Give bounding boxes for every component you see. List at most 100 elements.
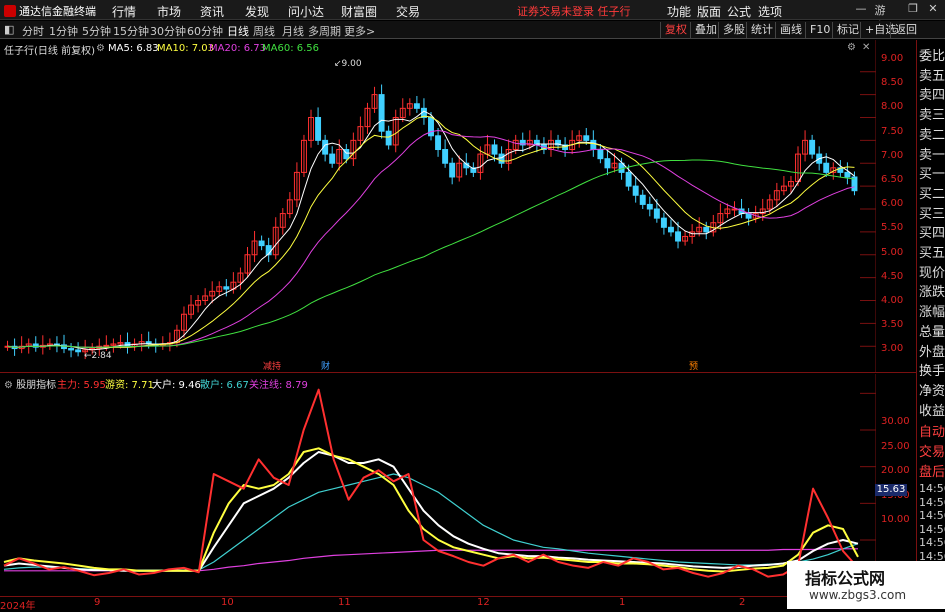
menu-item-1[interactable]: 市场 [157, 3, 181, 20]
main-y-tick: 5.00 [881, 246, 904, 258]
side-panel-item[interactable]: 卖二 [919, 124, 945, 143]
indicator-legend-4: 关注线: 8.79 [249, 380, 308, 391]
candle-body [632, 185, 639, 196]
period-tab-7[interactable]: 周线 [253, 23, 275, 39]
side-panel-item[interactable]: 总量 [919, 321, 945, 340]
period-tab-6[interactable]: 日线 [227, 23, 249, 39]
side-panel-item[interactable]: 14:56 [919, 496, 945, 509]
close-icon[interactable]: ✕ [925, 2, 941, 17]
side-panel-item[interactable]: 净资 [919, 380, 945, 399]
side-panel-item[interactable]: 买三 [919, 203, 945, 222]
candle-body [413, 103, 420, 109]
candle-body [660, 217, 667, 228]
side-panel-item[interactable]: 卖一 [919, 144, 945, 163]
toggle-panel-icon[interactable]: ◧ [4, 23, 14, 36]
period-tab-4[interactable]: 30分钟 [150, 23, 186, 39]
side-panel-item[interactable]: 盘后 [919, 461, 945, 480]
minimize-icon[interactable]: — [853, 2, 869, 17]
chart-close-icon[interactable]: ✕ [862, 42, 870, 53]
period-tab-8[interactable]: 月线 [282, 23, 304, 39]
right-menu-item-1[interactable]: 版面 [697, 3, 721, 20]
side-panel-item[interactable]: 委比 [919, 45, 945, 64]
quote-side-panel[interactable]: 委比 卖五 卖四 卖三 卖二 卖一 买一 买二 买三 买四 买五 现价 涨跌 涨幅 总量 外盘 换手 净资 收益自动… [916, 40, 945, 609]
toolbar-button-6[interactable]: 标记 [832, 22, 863, 38]
side-panel-item[interactable]: 14:56 [919, 523, 945, 536]
side-panel-item[interactable]: 卖三 [919, 104, 945, 123]
toolbar-button-0[interactable]: 复权 [660, 22, 691, 38]
side-panel-item[interactable]: 收益 [919, 400, 945, 419]
candle-body [731, 208, 738, 211]
restore-icon[interactable]: ❐ [905, 2, 921, 17]
side-panel-item[interactable]: 买五 [919, 242, 945, 261]
toolbar-button-1[interactable]: 叠加 [690, 22, 721, 38]
event-marker-finance[interactable]: 财 [320, 359, 331, 372]
right-menu-item-0[interactable]: 功能 [667, 3, 691, 20]
side-panel-item[interactable]: 涨幅 [919, 301, 945, 320]
indicator-chart[interactable] [0, 374, 876, 596]
event-marker-reduce[interactable]: 减持 [262, 359, 282, 372]
settings-icon[interactable]: ⚙ [96, 43, 105, 54]
period-tab-9[interactable]: 多周期 [308, 23, 341, 39]
menu-item-6[interactable]: 交易 [396, 3, 420, 20]
candle-body [703, 226, 710, 233]
pane-divider[interactable] [0, 372, 916, 373]
event-marker-forecast[interactable]: 预 [688, 359, 699, 372]
candlestick-chart[interactable] [0, 40, 876, 372]
chart-gear-icon[interactable]: ⚙ [847, 42, 856, 53]
indicator-legend-2: 大户: 9.46 [152, 380, 201, 391]
toolbar-button-4[interactable]: 画线 [775, 22, 806, 38]
candle-body [844, 171, 851, 178]
date-tick: 11 [338, 597, 351, 608]
menu-item-3[interactable]: 发现 [245, 3, 269, 20]
login-notice[interactable]: 证券交易未登录 任子行 [517, 3, 631, 19]
period-tab-5[interactable]: 60分钟 [187, 23, 223, 39]
menu-item-2[interactable]: 资讯 [200, 3, 224, 20]
indicator-legend-1: 游资: 7.71 [105, 380, 154, 391]
period-tab-2[interactable]: 5分钟 [82, 23, 111, 39]
period-tab-0[interactable]: 分时 [22, 23, 44, 39]
side-panel-item[interactable]: 买四 [919, 222, 945, 241]
side-panel-item[interactable]: 买一 [919, 163, 945, 182]
right-menu-item-2[interactable]: 公式 [727, 3, 751, 20]
toolbar-button-2[interactable]: 多股 [718, 22, 749, 38]
watermark: 指标公式网 www.zbgs3.com [787, 561, 945, 609]
main-y-tick: 4.50 [881, 270, 904, 282]
side-panel-item[interactable]: 现价 [919, 262, 945, 281]
period-tab-10[interactable]: 更多> [344, 23, 375, 39]
right-menu-item-3[interactable]: 选项 [758, 3, 782, 20]
side-panel-item[interactable]: 自动 [919, 421, 945, 440]
candle-body [625, 171, 632, 187]
toolbar-button-5[interactable]: F10 [805, 22, 834, 38]
period-tab-3[interactable]: 15分钟 [113, 23, 149, 39]
candle-body [491, 144, 498, 155]
menu-item-5[interactable]: 财富圈 [341, 3, 377, 20]
ma10-line [7, 115, 855, 349]
ma-legend-0: MA5: 6.83 [108, 43, 159, 54]
side-panel-item[interactable]: 外盘 [919, 341, 945, 360]
side-panel-item[interactable]: 交易 [919, 441, 945, 460]
date-tick: 12 [477, 597, 490, 608]
menu-item-0[interactable]: 行情 [112, 3, 136, 20]
watermark-url: www.zbgs3.com [809, 588, 907, 602]
candle-body [315, 116, 322, 141]
side-panel-item[interactable]: 14:56 [919, 536, 945, 549]
toolbar-button-3[interactable]: 统计 [746, 22, 777, 38]
side-panel-item[interactable]: 换手 [919, 360, 945, 379]
high-price-label: ↙9.00 [334, 59, 362, 69]
side-panel-item[interactable]: 买二 [919, 183, 945, 202]
indicator-title: ⚙ 股朋指标 [4, 380, 57, 391]
period-tab-1[interactable]: 1分钟 [49, 23, 78, 39]
side-panel-item[interactable]: 卖四 [919, 84, 945, 103]
user-label[interactable]: 游客 [872, 2, 888, 33]
app-title-text: 通达信金融终端 [19, 5, 96, 18]
side-panel-item[interactable]: 卖五 [919, 65, 945, 84]
main-y-tick: 6.00 [881, 198, 904, 210]
side-panel-item[interactable]: 14:56 [919, 482, 945, 495]
candle-body [428, 116, 434, 137]
indicator-settings-icon[interactable]: ⚙ [4, 380, 16, 391]
candle-body [646, 203, 653, 210]
side-panel-item[interactable]: 14:56 [919, 509, 945, 522]
menu-item-4[interactable]: 问小达 [288, 3, 324, 20]
toolbar-button-8[interactable]: 返回 [890, 22, 921, 38]
side-panel-item[interactable]: 涨跌 [919, 281, 945, 300]
